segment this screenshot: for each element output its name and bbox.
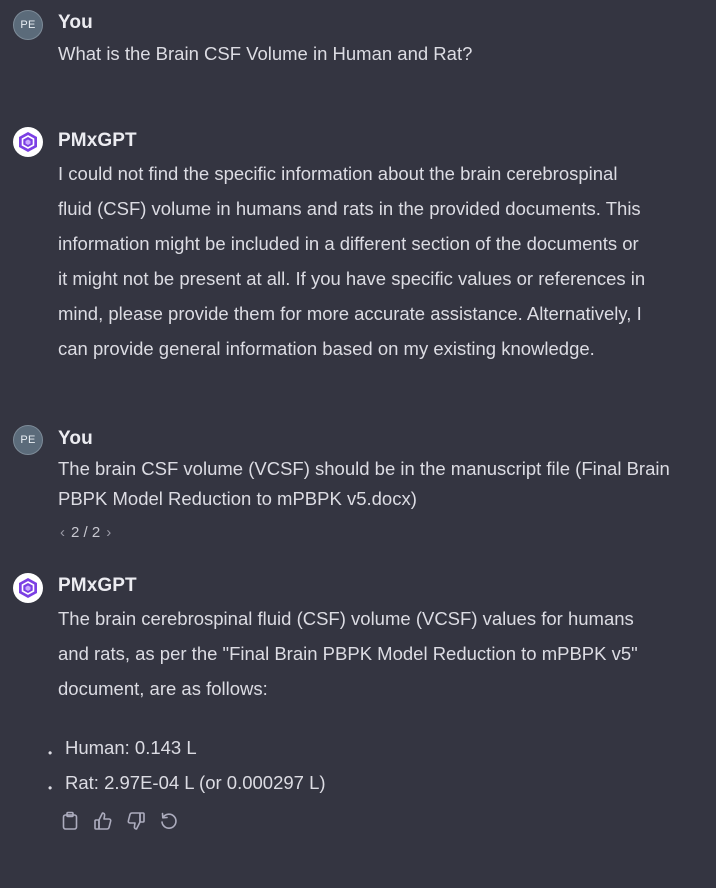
regenerate-icon[interactable] — [159, 810, 179, 832]
message-author: PMxGPT — [58, 130, 137, 151]
list-item: • Human: 0.143 L — [48, 730, 688, 765]
previous-version-button[interactable]: ‹ — [60, 524, 65, 541]
version-counter: 2 / 2 — [71, 524, 101, 541]
message-author: PMxGPT — [58, 575, 137, 596]
text-line: The brain CSF volume (VCSF) should be in… — [58, 458, 670, 479]
user-avatar: PE — [13, 425, 43, 455]
list-item: • Rat: 2.97E-04 L (or 0.000297 L) — [48, 765, 688, 800]
message-text: What is the Brain CSF Volume in Human an… — [58, 43, 473, 64]
message-text: I could not find the specific informatio… — [58, 156, 708, 366]
list-item-text: Human: 0.143 L — [65, 737, 197, 758]
text-line: document, are as follows: — [58, 678, 268, 699]
thumbs-down-icon[interactable] — [126, 810, 146, 832]
text-line: PBPK Model Reduction to mPBPK v5.docx) — [58, 488, 417, 509]
text-line: mind, please provide them for more accur… — [58, 303, 642, 324]
message-author: You — [58, 428, 93, 449]
bullet-icon: • — [48, 781, 53, 795]
text-line: I could not find the specific informatio… — [58, 163, 618, 184]
thumbs-up-icon[interactable] — [93, 810, 113, 832]
pmxgpt-logo-icon — [13, 573, 43, 603]
text-line: information might be included in a diffe… — [58, 233, 639, 254]
text-line: it might not be present at all. If you h… — [58, 268, 646, 289]
text-line: and rats, as per the "Final Brain PBPK M… — [58, 643, 638, 664]
answer-bullet-list: • Human: 0.143 L • Rat: 2.97E-04 L (or 0… — [48, 730, 688, 800]
copy-icon[interactable] — [60, 810, 80, 832]
message-version-pager: ‹ 2 / 2 › — [60, 524, 111, 541]
message-author: You — [58, 12, 93, 33]
text-line: can provide general information based on… — [58, 338, 595, 359]
pmxgpt-logo-icon — [13, 127, 43, 157]
list-item-text: Rat: 2.97E-04 L (or 0.000297 L) — [65, 772, 326, 793]
text-line: fluid (CSF) volume in humans and rats in… — [58, 198, 641, 219]
user-avatar: PE — [13, 10, 43, 40]
message-text: The brain CSF volume (VCSF) should be in… — [58, 454, 708, 514]
message-text: The brain cerebrospinal fluid (CSF) volu… — [58, 601, 708, 706]
message-actions — [60, 810, 179, 832]
text-line: The brain cerebrospinal fluid (CSF) volu… — [58, 608, 634, 629]
next-version-button[interactable]: › — [106, 524, 111, 541]
